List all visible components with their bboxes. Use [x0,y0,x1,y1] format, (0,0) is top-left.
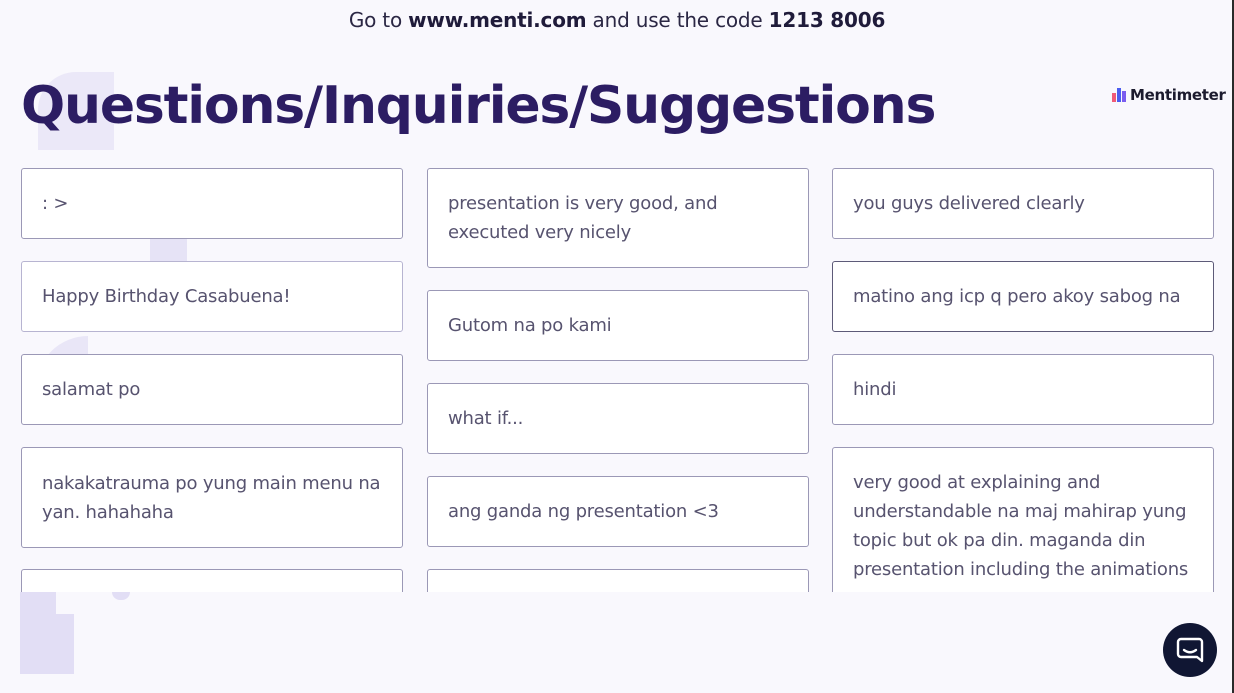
response-text: hindi [853,379,897,400]
response-text: salamat po [42,379,141,400]
response-card: hindi [832,354,1214,425]
chat-bubble-icon [1176,637,1204,663]
response-text: what if... [448,408,524,429]
response-card: ang ganda ng presentation <3 [427,476,809,547]
response-text: Gutom na po kami [448,315,612,336]
response-card: : > [21,168,403,239]
response-text: : > [42,193,69,214]
responses-wall: : > Happy Birthday Casabuena! salamat po… [0,0,1234,592]
response-text: you guys delivered clearly [853,193,1085,214]
response-card [21,569,403,592]
response-card: what if... [427,383,809,454]
response-card: Gutom na po kami [427,290,809,361]
response-card: matino ang icp q pero akoy sabog na [832,261,1214,332]
response-card: nakakatrauma po yung main menu na yan. h… [21,447,403,548]
response-card: you guys delivered clearly [832,168,1214,239]
presentation-slide: Go to www.menti.com and use the code 121… [0,0,1234,693]
response-text: presentation is very good, and executed … [448,193,718,243]
chat-button[interactable] [1163,623,1217,677]
response-card: Happy Birthday Casabuena! [21,261,403,332]
decorative-block-shape [20,592,56,614]
response-text: Happy Birthday Casabuena! [42,286,291,307]
response-text: nakakatrauma po yung main menu na yan. h… [42,472,381,523]
decorative-block-shape [20,614,74,674]
response-card: salamat po [21,354,403,425]
response-text: ang ganda ng presentation <3 [448,501,719,522]
decorative-dot-shape [112,592,130,600]
response-card: presentation is very good, and executed … [427,168,809,268]
response-card: very good at explaining and understandab… [832,447,1214,592]
response-text: very good at explaining and understandab… [853,472,1189,580]
response-text: matino ang icp q pero akoy sabog na [853,286,1181,307]
response-card [427,569,809,592]
